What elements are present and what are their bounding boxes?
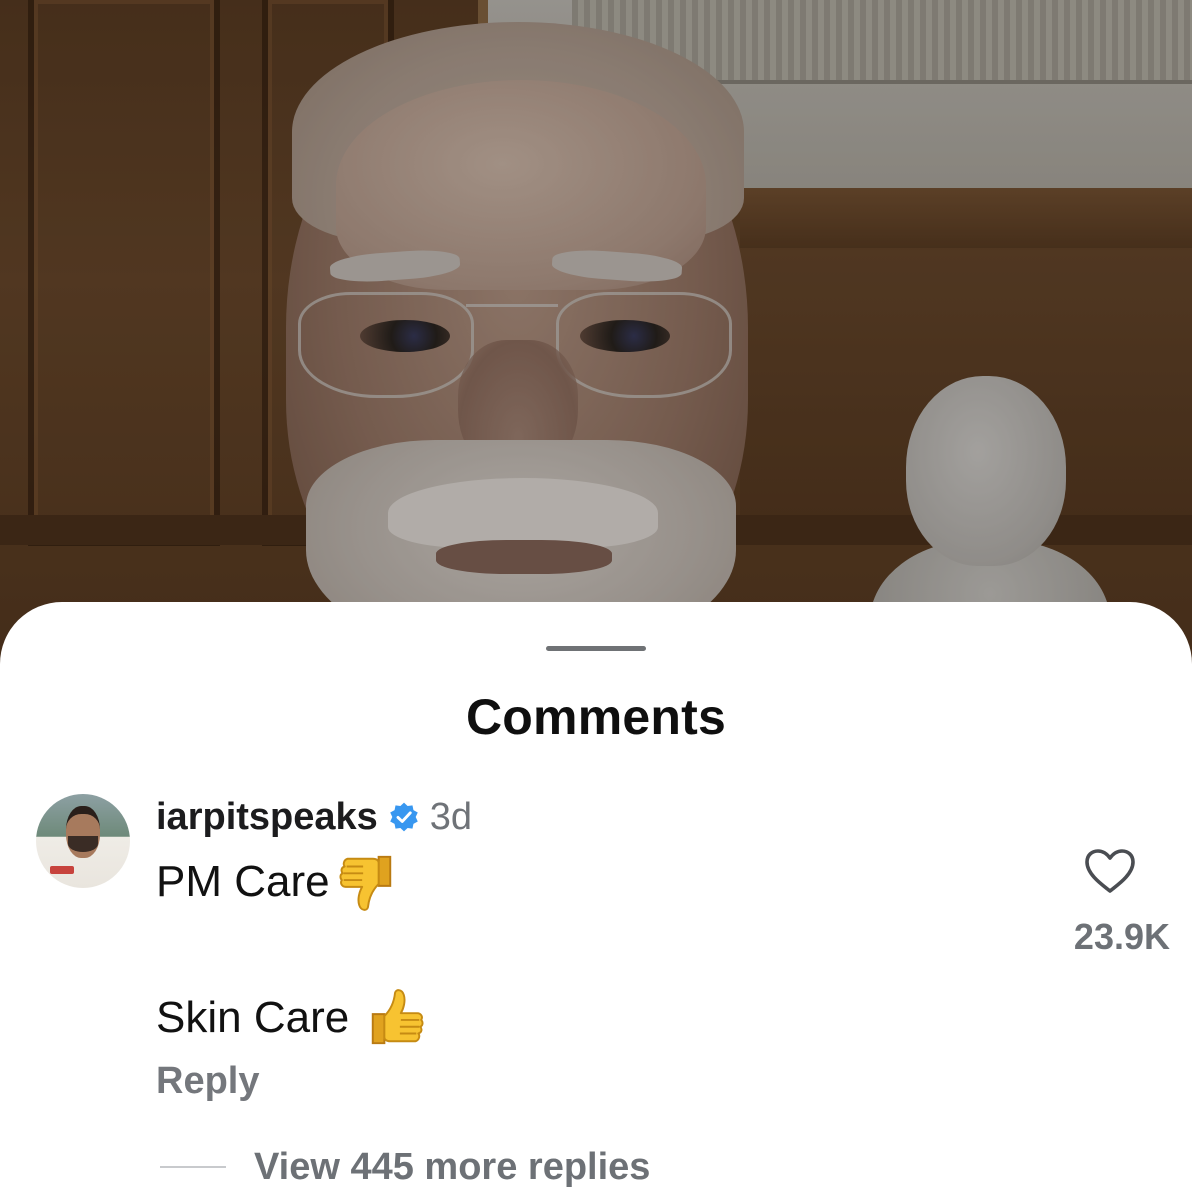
reel-comments-screen: Comments iarpitspeaks 3d PM Care Skin Ca… bbox=[0, 0, 1192, 1200]
avatar[interactable] bbox=[36, 794, 130, 888]
replies-divider bbox=[160, 1166, 226, 1168]
comment-item: iarpitspeaks 3d PM Care Skin Care Reply … bbox=[0, 792, 1192, 1200]
video-dim-overlay bbox=[0, 0, 1192, 700]
comment-timestamp: 3d bbox=[429, 795, 473, 838]
verified-badge-icon bbox=[388, 801, 420, 833]
comments-title: Comments bbox=[466, 689, 726, 745]
sheet-drag-handle[interactable] bbox=[546, 646, 646, 651]
thumbs-down-emoji-icon bbox=[336, 851, 398, 913]
comments-sheet: Comments iarpitspeaks 3d PM Care Skin Ca… bbox=[0, 602, 1192, 1200]
reel-video-frame[interactable] bbox=[0, 0, 1192, 700]
avatar-shirt-print bbox=[50, 866, 74, 874]
comment-text-line: Skin Care bbox=[156, 986, 427, 1050]
view-more-replies-button[interactable]: View 445 more replies bbox=[160, 1142, 650, 1192]
comment-header: iarpitspeaks 3d bbox=[156, 792, 472, 842]
reply-button[interactable]: Reply bbox=[156, 1060, 259, 1103]
avatar-beard bbox=[68, 836, 98, 852]
comment-text: PM Care bbox=[156, 857, 330, 906]
like-count: 23.9K bbox=[1073, 916, 1170, 957]
comment-text: Skin Care bbox=[156, 993, 350, 1042]
view-more-replies-label: View 445 more replies bbox=[254, 1145, 651, 1188]
comment-username[interactable]: iarpitspeaks bbox=[156, 796, 378, 839]
comment-text-line: PM Care bbox=[156, 850, 398, 914]
heart-outline-icon[interactable] bbox=[1084, 848, 1136, 894]
thumbs-up-emoji-icon bbox=[365, 987, 427, 1049]
